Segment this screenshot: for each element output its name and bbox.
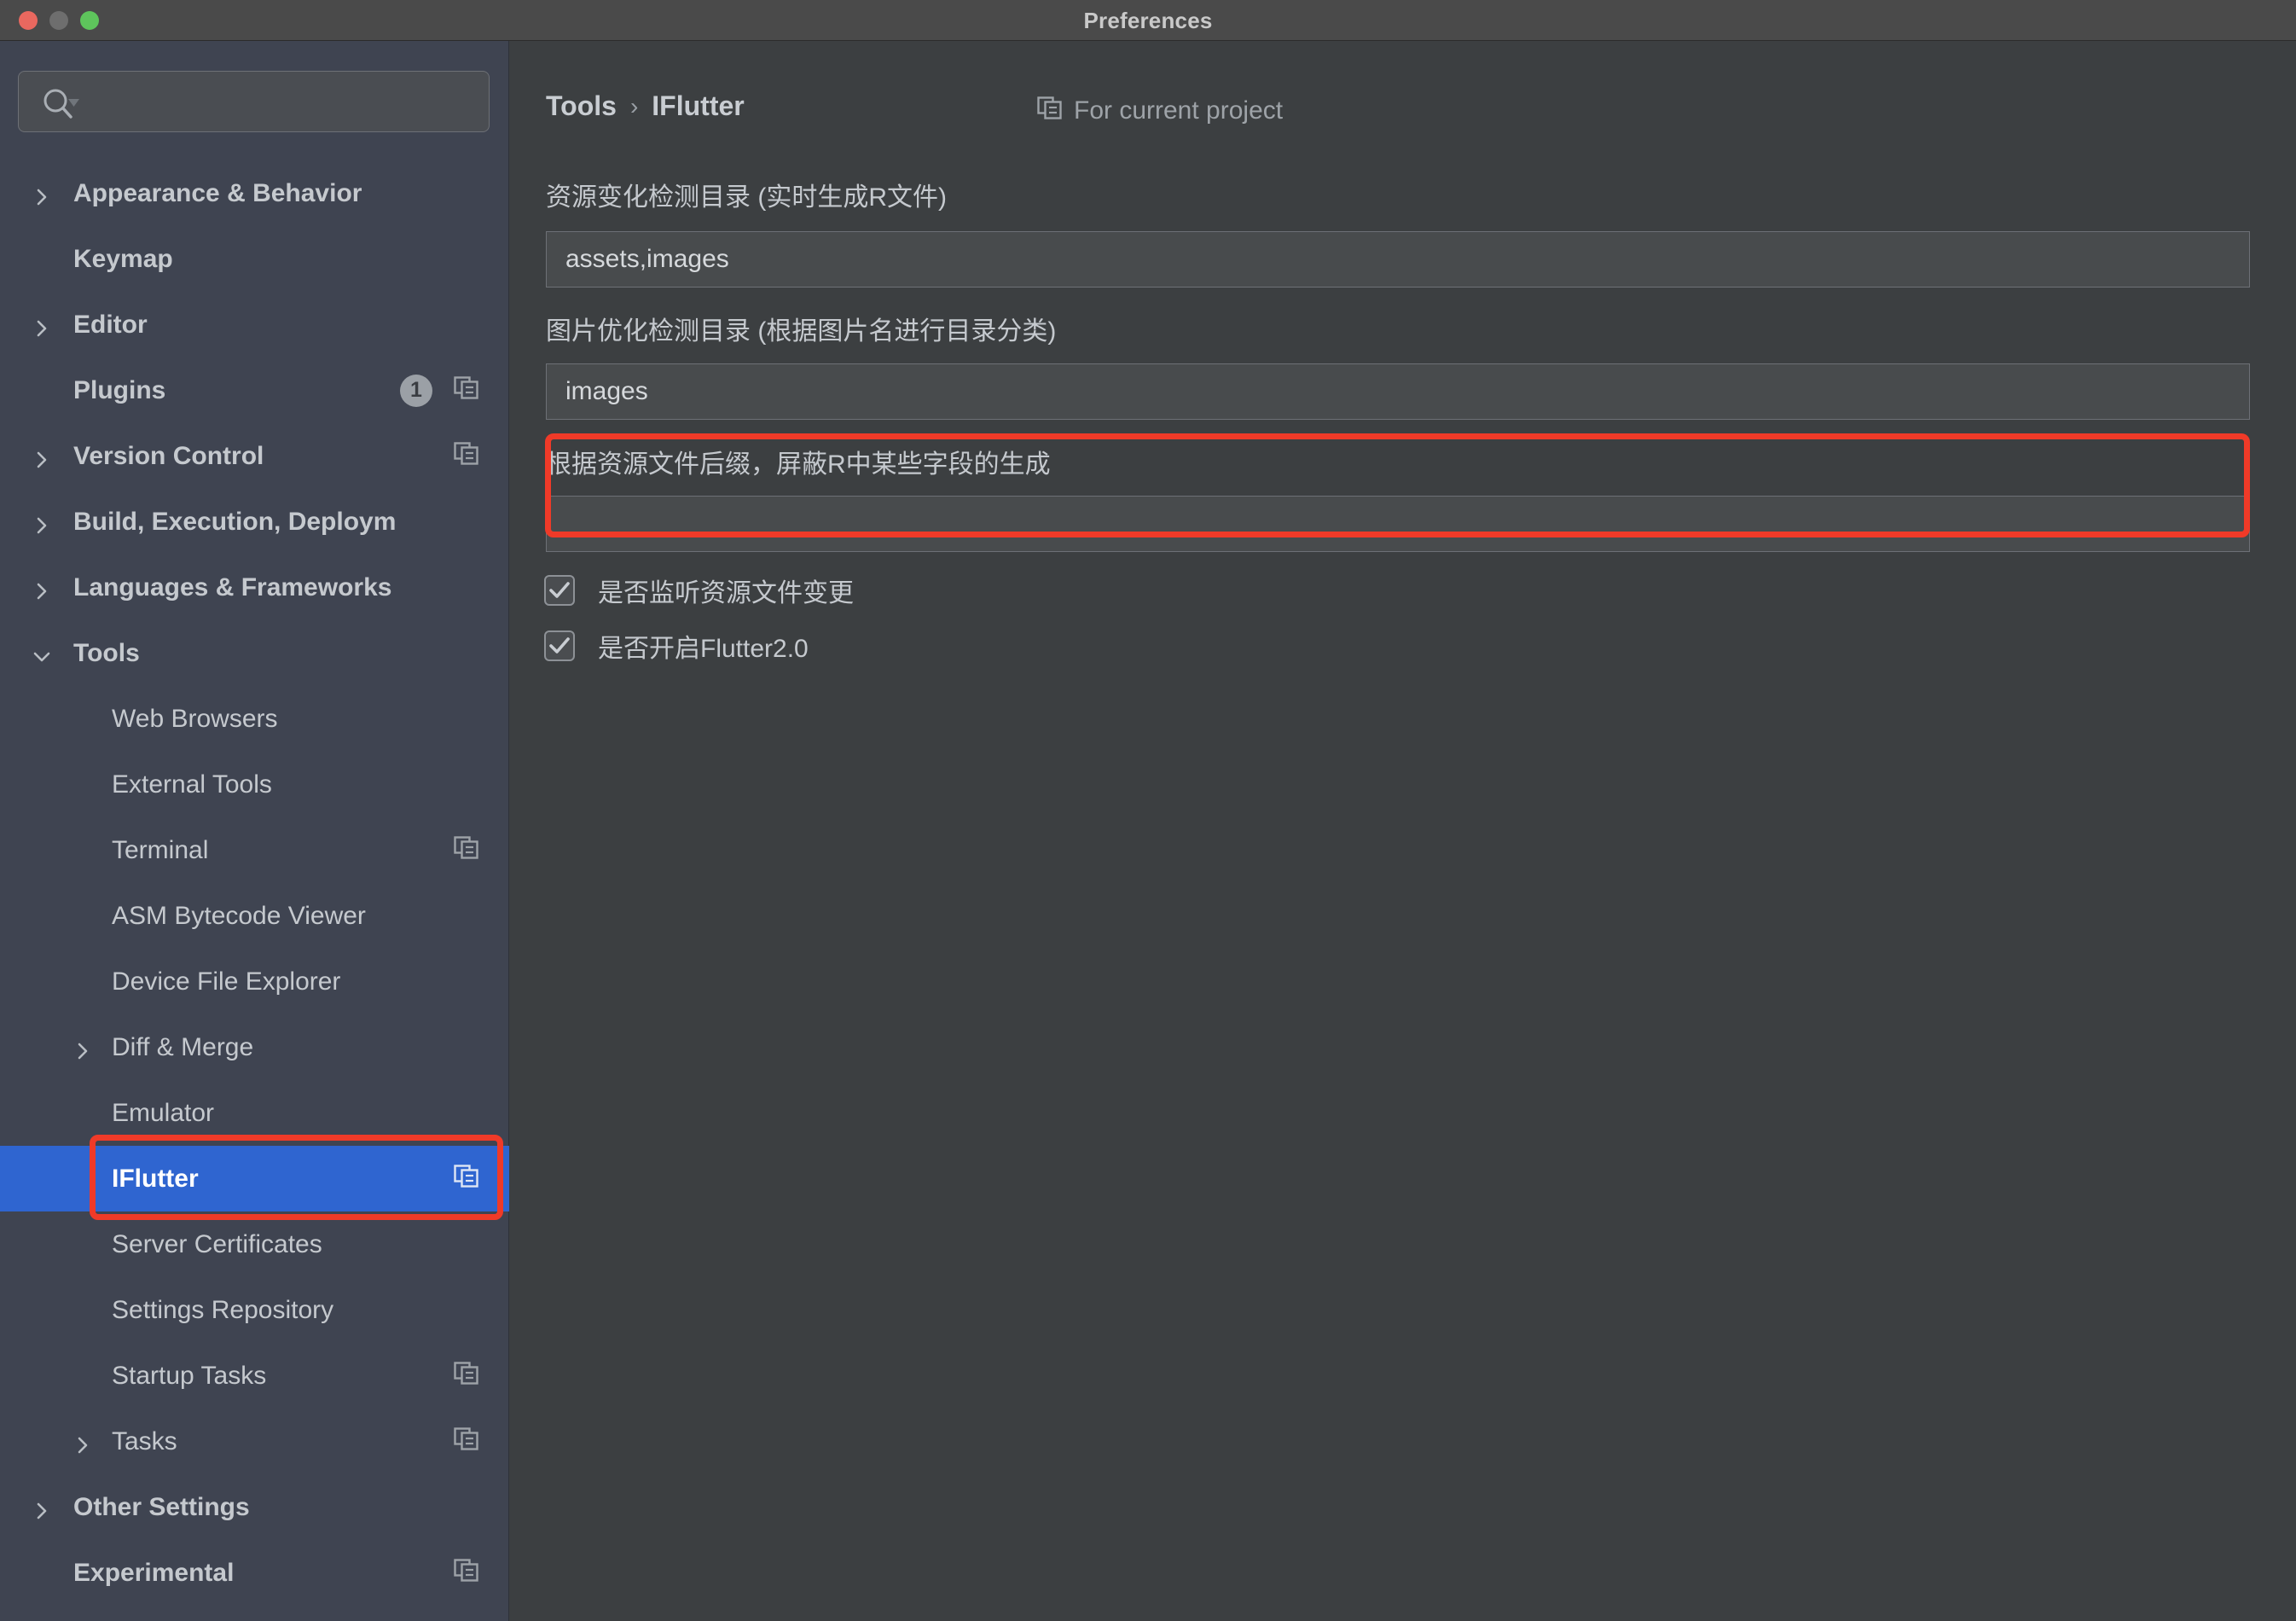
checkbox-enable-flutter2[interactable]	[544, 630, 575, 661]
sidebar-item-tools[interactable]: Tools	[0, 620, 509, 686]
field-label-image-optimize-dir: 图片优化检测目录 (根据图片名进行目录分类)	[546, 310, 1056, 347]
sidebar-item-label: Tasks	[112, 1427, 177, 1456]
sidebar-item-server-certificates[interactable]: Server Certificates	[0, 1211, 509, 1277]
copy-icon	[1037, 94, 1063, 128]
settings-main-panel: Tools › IFlutter For current project 资源变…	[510, 41, 2296, 1621]
field-label-resource-watch-dir: 资源变化检测目录 (实时生成R文件)	[546, 176, 947, 213]
sidebar-item-tasks[interactable]: Tasks	[0, 1409, 509, 1474]
sidebar-item-settings-repository[interactable]: Settings Repository	[0, 1277, 509, 1343]
window-titlebar: Preferences	[0, 0, 2296, 41]
checkbox-row-enable-flutter2[interactable]: 是否开启Flutter2.0	[544, 627, 809, 665]
sidebar-item-diff-merge[interactable]: Diff & Merge	[0, 1014, 509, 1080]
chevron-right-icon[interactable]	[32, 513, 51, 532]
sidebar-item-device-file-explorer[interactable]: Device File Explorer	[0, 949, 509, 1014]
sidebar-item-label: Device File Explorer	[112, 967, 340, 996]
sidebar-item-label: Appearance & Behavior	[73, 179, 362, 208]
settings-search-input[interactable]	[18, 71, 490, 132]
chevron-right-icon[interactable]	[73, 1038, 92, 1057]
sidebar-item-label: Server Certificates	[112, 1230, 322, 1259]
sidebar-item-label: Diff & Merge	[112, 1033, 253, 1062]
copy-icon[interactable]	[454, 1359, 479, 1393]
sidebar-item-emulator[interactable]: Emulator	[0, 1080, 509, 1146]
sidebar-item-label: Settings Repository	[112, 1296, 333, 1325]
sidebar-item-label: Version Control	[73, 442, 264, 471]
settings-nav-tree: Appearance & Behavior Keymap Editor Plugins…	[0, 160, 509, 1606]
sidebar-item-languages-frameworks[interactable]: Languages & Frameworks	[0, 555, 509, 620]
sidebar-item-badge: 1	[400, 375, 432, 407]
copy-icon[interactable]	[454, 374, 479, 408]
sidebar-item-appearance-behavior[interactable]: Appearance & Behavior	[0, 160, 509, 226]
sidebar-item-external-tools[interactable]: External Tools	[0, 752, 509, 817]
sidebar-item-label: Other Settings	[73, 1493, 250, 1522]
window-title: Preferences	[0, 0, 2296, 41]
chevron-right-icon[interactable]	[32, 578, 51, 597]
sidebar-item-editor[interactable]: Editor	[0, 292, 509, 357]
sidebar-item-experimental[interactable]: Experimental	[0, 1540, 509, 1606]
sidebar-item-label: Languages & Frameworks	[73, 573, 391, 602]
checkbox-watch-resource-changes[interactable]	[544, 575, 575, 606]
chevron-right-icon[interactable]	[32, 447, 51, 466]
copy-icon[interactable]	[454, 1425, 479, 1459]
search-icon	[41, 87, 82, 125]
chevron-right-icon[interactable]	[32, 1498, 51, 1517]
settings-sidebar: Appearance & Behavior Keymap Editor Plugins…	[0, 41, 509, 1621]
breadcrumb: Tools › IFlutter	[546, 90, 745, 122]
sidebar-item-keymap[interactable]: Keymap	[0, 226, 509, 292]
chevron-right-icon[interactable]	[73, 1432, 92, 1451]
chevron-right-icon[interactable]	[32, 184, 51, 203]
sidebar-item-label: ASM Bytecode Viewer	[112, 902, 366, 931]
breadcrumb-separator: ›	[630, 93, 638, 120]
copy-icon[interactable]	[454, 439, 479, 474]
sidebar-item-label: Build, Execution, Deploym	[73, 508, 396, 537]
sidebar-item-other-settings[interactable]: Other Settings	[0, 1474, 509, 1540]
project-scope-label: For current project	[1074, 96, 1283, 125]
sidebar-item-label: Tools	[73, 639, 140, 668]
sidebar-item-terminal[interactable]: Terminal	[0, 817, 509, 883]
checkbox-row-watch-resource-changes[interactable]: 是否监听资源文件变更	[544, 572, 854, 609]
checkbox-label-enable-flutter2: 是否开启Flutter2.0	[598, 627, 809, 665]
sidebar-item-asm-bytecode-viewer[interactable]: ASM Bytecode Viewer	[0, 883, 509, 949]
sidebar-item-label: Plugins	[73, 376, 165, 405]
field-input-suffix-filter[interactable]	[546, 496, 2250, 552]
sidebar-item-label: Emulator	[112, 1099, 214, 1128]
checkbox-label-watch-resource-changes: 是否监听资源文件变更	[598, 572, 854, 609]
sidebar-item-label: Web Browsers	[112, 705, 278, 734]
sidebar-item-label: Terminal	[112, 836, 208, 865]
field-input-image-optimize-dir[interactable]: images	[546, 363, 2250, 420]
breadcrumb-root[interactable]: Tools	[546, 90, 617, 122]
field-input-resource-watch-dir[interactable]: assets,images	[546, 231, 2250, 288]
sidebar-item-plugins[interactable]: Plugins 1	[0, 357, 509, 423]
sidebar-item-web-browsers[interactable]: Web Browsers	[0, 686, 509, 752]
breadcrumb-current: IFlutter	[652, 90, 744, 122]
copy-icon[interactable]	[454, 1162, 479, 1196]
sidebar-item-iflutter[interactable]: IFlutter	[0, 1146, 509, 1211]
sidebar-item-label: Editor	[73, 311, 148, 340]
sidebar-item-build-execution-deploym[interactable]: Build, Execution, Deploym	[0, 489, 509, 555]
sidebar-item-version-control[interactable]: Version Control	[0, 423, 509, 489]
field-label-suffix-filter: 根据资源文件后缀，屏蔽R中某些字段的生成	[546, 443, 1051, 480]
sidebar-item-label: Startup Tasks	[112, 1362, 266, 1391]
sidebar-item-label: Keymap	[73, 245, 173, 274]
sidebar-item-label: IFlutter	[112, 1165, 199, 1194]
sidebar-item-startup-tasks[interactable]: Startup Tasks	[0, 1343, 509, 1409]
copy-icon[interactable]	[454, 1556, 479, 1590]
sidebar-item-label: Experimental	[73, 1559, 234, 1588]
chevron-right-icon[interactable]	[32, 316, 51, 334]
copy-icon[interactable]	[454, 834, 479, 868]
chevron-down-icon[interactable]	[32, 644, 51, 663]
project-scope-indicator[interactable]: For current project	[1037, 94, 1283, 128]
sidebar-item-label: External Tools	[112, 770, 272, 799]
